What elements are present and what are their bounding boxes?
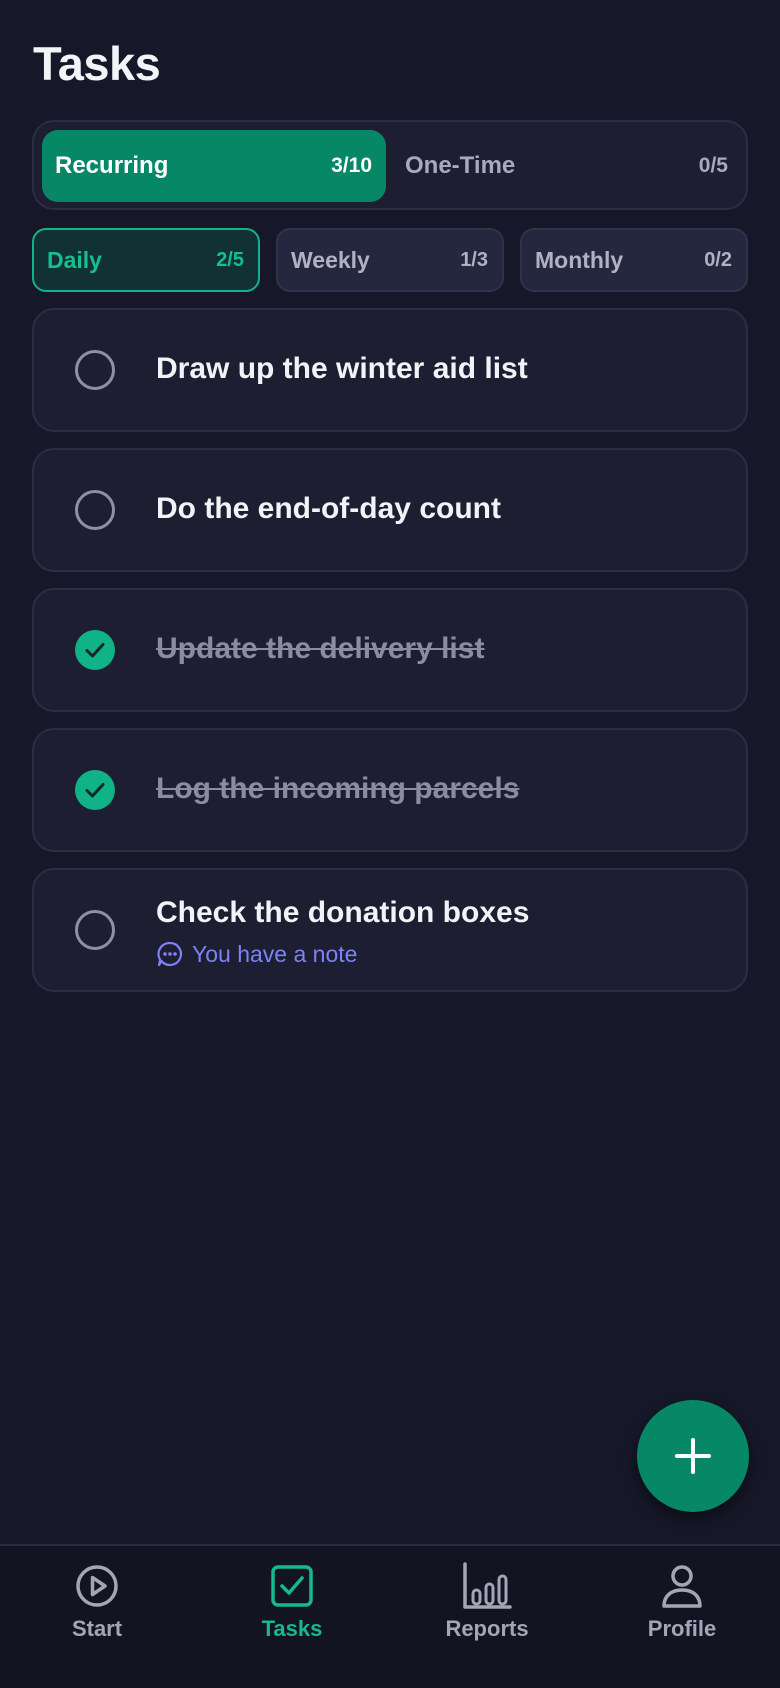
task-card[interactable]: Do the end-of-day count <box>32 448 748 572</box>
checkmark-icon <box>85 643 105 658</box>
filter-weekly[interactable]: Weekly 1/3 <box>276 228 504 292</box>
filter-weekly-label: Weekly <box>291 246 370 273</box>
task-checkbox[interactable] <box>75 350 115 390</box>
filter-monthly[interactable]: Monthly 0/2 <box>520 228 748 292</box>
task-title: Draw up the winter aid list <box>156 352 528 385</box>
task-checkbox[interactable] <box>75 910 115 950</box>
filter-daily[interactable]: Daily 2/5 <box>32 228 260 292</box>
nav-item-profile[interactable]: Profile <box>607 1562 757 1662</box>
nav-label: Profile <box>647 1616 717 1641</box>
nav-item-start[interactable]: Start <box>22 1562 172 1662</box>
segment-recurring[interactable]: Recurring 3/10 <box>42 130 386 202</box>
nav-label: Start <box>71 1616 123 1641</box>
task-card[interactable]: Log the incoming parcels <box>32 728 748 852</box>
task-card[interactable]: Update the delivery list <box>32 588 748 712</box>
segment-recurring-label: Recurring <box>55 152 169 179</box>
task-title: Do the end-of-day count <box>156 492 501 525</box>
bottom-navigation: Start Tasks Reports Profile <box>0 1544 780 1688</box>
task-note-indicator[interactable]: You have a note <box>156 940 357 968</box>
checkmark-icon <box>85 783 105 798</box>
task-checkbox-checked[interactable] <box>75 630 115 670</box>
page-title: Tasks <box>33 37 161 90</box>
filter-daily-label: Daily <box>47 246 102 273</box>
filter-weekly-count: 1/3 <box>460 248 488 271</box>
person-icon <box>662 1565 702 1608</box>
play-circle-icon <box>76 1565 118 1607</box>
nav-label: Tasks <box>261 1616 323 1641</box>
task-checkbox[interactable] <box>75 490 115 530</box>
task-title: Update the delivery list <box>156 632 485 665</box>
nav-label: Reports <box>445 1616 529 1641</box>
chat-bubble-icon <box>157 941 183 967</box>
task-note-label: You have a note <box>192 940 358 967</box>
segment-one-time-count: 0/5 <box>698 154 728 177</box>
segment-one-time-label: One-Time <box>405 152 516 179</box>
task-type-segmented-control: Recurring 3/10 One-Time 0/5 <box>32 120 748 210</box>
bar-chart-icon <box>463 1562 512 1609</box>
checkbox-icon <box>271 1565 313 1607</box>
nav-item-tasks[interactable]: Tasks <box>217 1562 367 1662</box>
segment-one-time[interactable]: One-Time 0/5 <box>392 130 742 202</box>
task-card[interactable]: Draw up the winter aid list <box>32 308 748 432</box>
add-task-button[interactable] <box>637 1400 749 1512</box>
filter-daily-count: 2/5 <box>216 248 244 271</box>
filter-monthly-label: Monthly <box>535 246 624 273</box>
plus-icon <box>675 1438 711 1474</box>
task-checkbox-checked[interactable] <box>75 770 115 810</box>
task-title: Check the donation boxes <box>156 896 530 929</box>
task-title: Log the incoming parcels <box>156 772 520 805</box>
segment-recurring-count: 3/10 <box>331 154 372 177</box>
nav-item-reports[interactable]: Reports <box>412 1562 562 1662</box>
task-card[interactable]: Check the donation boxes You have a note <box>32 868 748 992</box>
filter-monthly-count: 0/2 <box>704 248 732 271</box>
